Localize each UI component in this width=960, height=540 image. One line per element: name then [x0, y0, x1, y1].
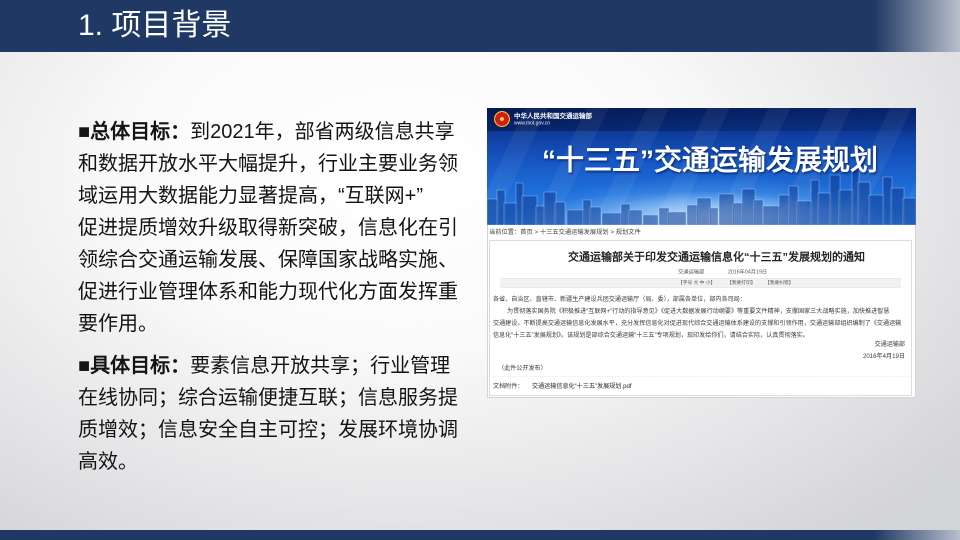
skyline-building: [628, 209, 643, 225]
skyline-building: [882, 176, 893, 225]
article-note: （此件公开发布）: [498, 364, 547, 372]
article-title: 交通运输部关于印发交通运输信息化“十三五”发展规划的通知: [568, 250, 866, 263]
article-box: 交通运输部关于印发交通运输信息化“十三五”发展规划的通知 交通运输部 2016年…: [489, 240, 912, 396]
skyline-building: [487, 198, 499, 225]
header-bar: 1. 项目背景: [0, 0, 960, 52]
skyline-building: [753, 199, 764, 225]
skyline-building: [696, 197, 712, 225]
site-url: www.mot.gov.cn: [514, 120, 551, 127]
divider: [492, 376, 909, 377]
skyline-building: [817, 192, 832, 225]
article-body-line: 各省、自治区、直辖市、新疆生产建设兵团交通运输厅（局、委），部属各单位，部内各司…: [493, 295, 746, 303]
breadcrumb: 当前位置：首页 > 十三五交通运输发展规划 > 规划文件: [489, 228, 641, 236]
article-toolbar: 【字号 大 中 小】 【我要打印】 【我要纠错】: [500, 278, 901, 288]
overall-goal-line: 域运用大数据能力显著提高，“互联网+”: [78, 185, 423, 207]
skyline-building: [890, 187, 905, 225]
skyline-building: [686, 204, 699, 225]
specific-goal-line: ■具体目标：要素信息开放共享；行业管理: [78, 350, 478, 382]
overall-goal-line: 促进提质增效升级取得新突破，信息化在引: [78, 217, 458, 239]
report-error-link: 【我要纠错】: [765, 280, 794, 286]
article-signature-date: 2016年4月19日: [862, 352, 905, 360]
font-size-control: 【字号 大 中 小】: [678, 280, 716, 286]
specific-goal-label: 具体目标：: [90, 355, 191, 377]
article-date: 2016年04月19日: [728, 269, 768, 275]
footer-bar: [0, 530, 960, 540]
specific-goal-text: 要素信息开放共享；行业管理: [190, 355, 451, 377]
skyline-building: [503, 202, 518, 225]
skyline-building: [521, 195, 538, 225]
article-source: 交通运输部: [678, 269, 705, 275]
skyline-building: [642, 214, 659, 225]
overall-goal-line: 促进行业管理体系和能力现代化方面发挥重: [78, 281, 458, 303]
specific-goal-line: 在线协同；综合运输便捷互联；信息服务提: [78, 387, 458, 409]
skyline-building: [857, 181, 871, 225]
skyline-building: [709, 207, 719, 225]
print-link: 【我要打印】: [727, 280, 756, 286]
article-body-line: 为贯彻落实国务院《积极推进“互联网+”行动的指导意见》《促进大数据发展行动纲要》…: [507, 307, 890, 315]
skyline-building: [868, 194, 885, 225]
skyline-building: [589, 206, 602, 225]
skyline-building: [718, 193, 735, 225]
overall-goal-line: 和数据开放水平大幅提升，行业主要业务领: [78, 153, 458, 175]
skyline-building: [796, 200, 813, 225]
overall-goal-text: 到2021年，部省两级信息共享: [190, 121, 455, 143]
specific-goal-line: 质增效；信息安全自主可控；发展环境协调: [78, 419, 458, 441]
national-emblem-icon: [494, 111, 510, 127]
bullet-square-icon: ■: [78, 355, 91, 377]
skyline-building: [741, 188, 756, 225]
article-body-line: 信息化“十三五”发展规划》。该规划是部综合交通运输“十三五”专项规划，现印发给你…: [493, 331, 809, 339]
skyline-building: [535, 205, 546, 225]
overall-goal-paragraph: ■总体目标：到2021年，部省两级信息共享 和数据开放水平大幅提升，行业主要业务…: [78, 116, 478, 340]
skyline-building: [788, 185, 799, 225]
skyline-building: [829, 174, 841, 225]
site-name: 中华人民共和国交通运输部: [514, 112, 593, 120]
skyline-building: [902, 197, 916, 225]
overall-goal-label: 总体目标：: [90, 121, 191, 143]
article-body-line: 交通建设，不断提高交通运输信息化发展水平，充分发挥信息化对促进现代综合交通运输体…: [493, 319, 902, 327]
skyline-building: [732, 202, 744, 225]
goals-text-block: ■总体目标：到2021年，部省两级信息共享 和数据开放水平大幅提升，行业主要业务…: [78, 116, 478, 478]
banner-headline: “十三五”交通运输发展规划: [542, 144, 878, 176]
skyline-building: [778, 194, 791, 225]
embedded-webpage-screenshot: 中华人民共和国交通运输部 www.mot.gov.cn “十三五”交通运输发展规…: [487, 108, 916, 398]
skyline-building: [667, 211, 687, 225]
slide: 1. 项目背景 ■总体目标：到2021年，部省两级信息共享 和数据开放水平大幅提…: [0, 0, 960, 540]
skyline-building: [838, 189, 854, 225]
webpage: 中华人民共和国交通运输部 www.mot.gov.cn “十三五”交通运输发展规…: [487, 108, 916, 398]
page-banner: 中华人民共和国交通运输部 www.mot.gov.cn “十三五”交通运输发展规…: [487, 108, 916, 225]
overall-goal-line: 领综合交通运输发展、保障国家战略实施、: [78, 249, 458, 271]
specific-goal-paragraph: ■具体目标：要素信息开放共享；行业管理 在线协同；综合运输便捷互联；信息服务提 …: [78, 350, 478, 478]
specific-goal-line: 高效。: [78, 451, 138, 473]
attachment-file-link: 交通运输信息化“十三五”发展规划.pdf: [532, 382, 632, 390]
overall-goal-line: 要作用。: [78, 313, 158, 335]
skyline-building: [554, 201, 566, 225]
skyline-building: [762, 205, 781, 225]
attachment-label: 文档附件：: [493, 382, 524, 390]
skyline-building: [601, 212, 623, 225]
skyline-building: [658, 207, 670, 225]
skyline-building: [543, 191, 557, 225]
slide-title: 1. 项目背景: [78, 9, 232, 42]
article-signature: 交通运输部: [874, 340, 905, 348]
bullet-square-icon: ■: [78, 121, 91, 143]
overall-goal-line: ■总体目标：到2021年，部省两级信息共享: [78, 116, 478, 148]
skyline-building: [566, 209, 585, 225]
skyline-building: [620, 203, 631, 225]
